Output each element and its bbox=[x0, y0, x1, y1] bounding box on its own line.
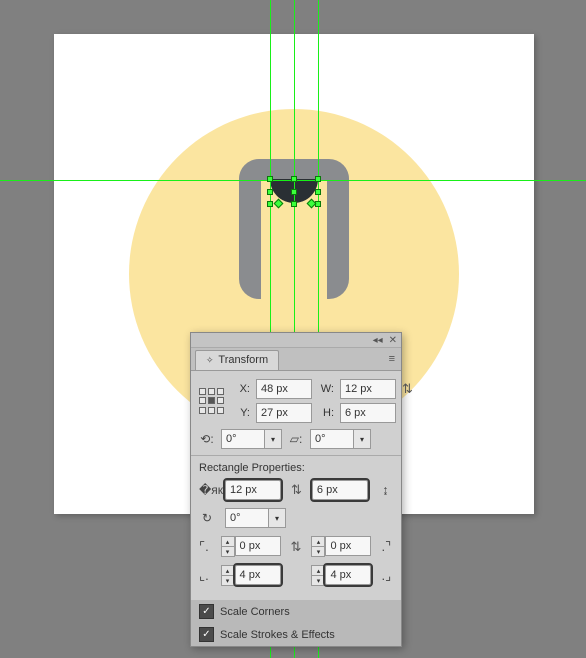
corner-br-field[interactable]: ▴▾ 4 px bbox=[311, 565, 371, 586]
link-wh-icon[interactable]: ⇅ bbox=[402, 381, 413, 397]
tab-transform[interactable]: ✧ Transform bbox=[195, 350, 279, 370]
panel-titlebar[interactable]: ◂◂ ✕ bbox=[191, 333, 401, 348]
tab-label: Transform bbox=[218, 354, 268, 366]
y-field[interactable]: 27 px bbox=[256, 403, 312, 423]
panel-menu-icon[interactable]: ≡ bbox=[389, 353, 395, 365]
checkbox-checked-icon[interactable]: ✓ bbox=[199, 604, 214, 619]
corner-bl-icon: ⌞. bbox=[199, 568, 211, 584]
h-field[interactable]: 6 px bbox=[340, 403, 396, 423]
scale-strokes-label: Scale Strokes & Effects bbox=[220, 629, 335, 641]
width-icon: �які↔⎸ bbox=[199, 483, 215, 498]
shear-dropdown[interactable]: 0° ▾ bbox=[310, 429, 371, 449]
selection-handle[interactable] bbox=[291, 201, 297, 207]
height-icon: ↨ bbox=[378, 483, 393, 497]
x-label: X: bbox=[234, 383, 250, 395]
chevron-down-icon[interactable]: ▾ bbox=[354, 429, 371, 449]
x-field[interactable]: 48 px bbox=[256, 379, 312, 399]
collapse-icon[interactable]: ◂◂ bbox=[373, 335, 383, 346]
checkbox-checked-icon[interactable]: ✓ bbox=[199, 627, 214, 642]
scale-strokes-row[interactable]: ✓ Scale Strokes & Effects bbox=[191, 623, 401, 646]
selection-handle[interactable] bbox=[315, 176, 321, 182]
w-field[interactable]: 12 px bbox=[340, 379, 396, 399]
corner-br-icon: .⌟ bbox=[381, 568, 393, 584]
w-label: W: bbox=[318, 383, 334, 395]
link-rect-wh-icon[interactable]: ⇅ bbox=[291, 482, 302, 498]
corner-tr-field[interactable]: ▴▾ 0 px bbox=[311, 536, 371, 557]
selection-handle[interactable] bbox=[267, 176, 273, 182]
scale-corners-label: Scale Corners bbox=[220, 606, 290, 618]
selection-handle[interactable] bbox=[267, 189, 273, 195]
y-label: Y: bbox=[234, 407, 250, 419]
rect-width-field[interactable]: 12 px bbox=[225, 480, 281, 500]
link-corners-icon[interactable]: ⇅ bbox=[291, 539, 302, 555]
scale-corners-row[interactable]: ✓ Scale Corners bbox=[191, 600, 401, 623]
chevron-down-icon[interactable]: ▾ bbox=[269, 508, 286, 528]
shear-icon: ▱: bbox=[288, 432, 304, 446]
selection-handle-center[interactable] bbox=[291, 189, 297, 195]
rect-rotate-icon: ↻ bbox=[199, 511, 215, 525]
selection-handle[interactable] bbox=[291, 176, 297, 182]
rect-height-field[interactable]: 6 px bbox=[312, 480, 368, 500]
panel-tabs: ✧ Transform ≡ bbox=[191, 348, 401, 371]
rotate-dropdown[interactable]: 0° ▾ bbox=[221, 429, 282, 449]
corner-tl-icon: ⌜. bbox=[199, 539, 211, 555]
corner-tr-icon: .⌝ bbox=[381, 539, 393, 555]
chevron-down-icon[interactable]: ▾ bbox=[265, 429, 282, 449]
corner-bl-field[interactable]: ▴▾ 4 px bbox=[221, 565, 281, 586]
transform-panel[interactable]: ◂◂ ✕ ✧ Transform ≡ X: 48 px W: 12 px ⇅ bbox=[190, 332, 402, 647]
selection-handle[interactable] bbox=[315, 189, 321, 195]
selection-handle[interactable] bbox=[267, 201, 273, 207]
close-icon[interactable]: ✕ bbox=[389, 335, 397, 346]
rect-rotate-dropdown[interactable]: 0° ▾ bbox=[225, 508, 286, 528]
rotate-icon: ⟲: bbox=[199, 432, 215, 446]
corner-tl-field[interactable]: ▴▾ 0 px bbox=[221, 536, 281, 557]
rect-props-label: Rectangle Properties: bbox=[199, 462, 393, 474]
reference-point-selector[interactable] bbox=[199, 388, 224, 414]
h-label: H: bbox=[318, 407, 334, 419]
transform-icon: ✧ bbox=[206, 355, 214, 365]
